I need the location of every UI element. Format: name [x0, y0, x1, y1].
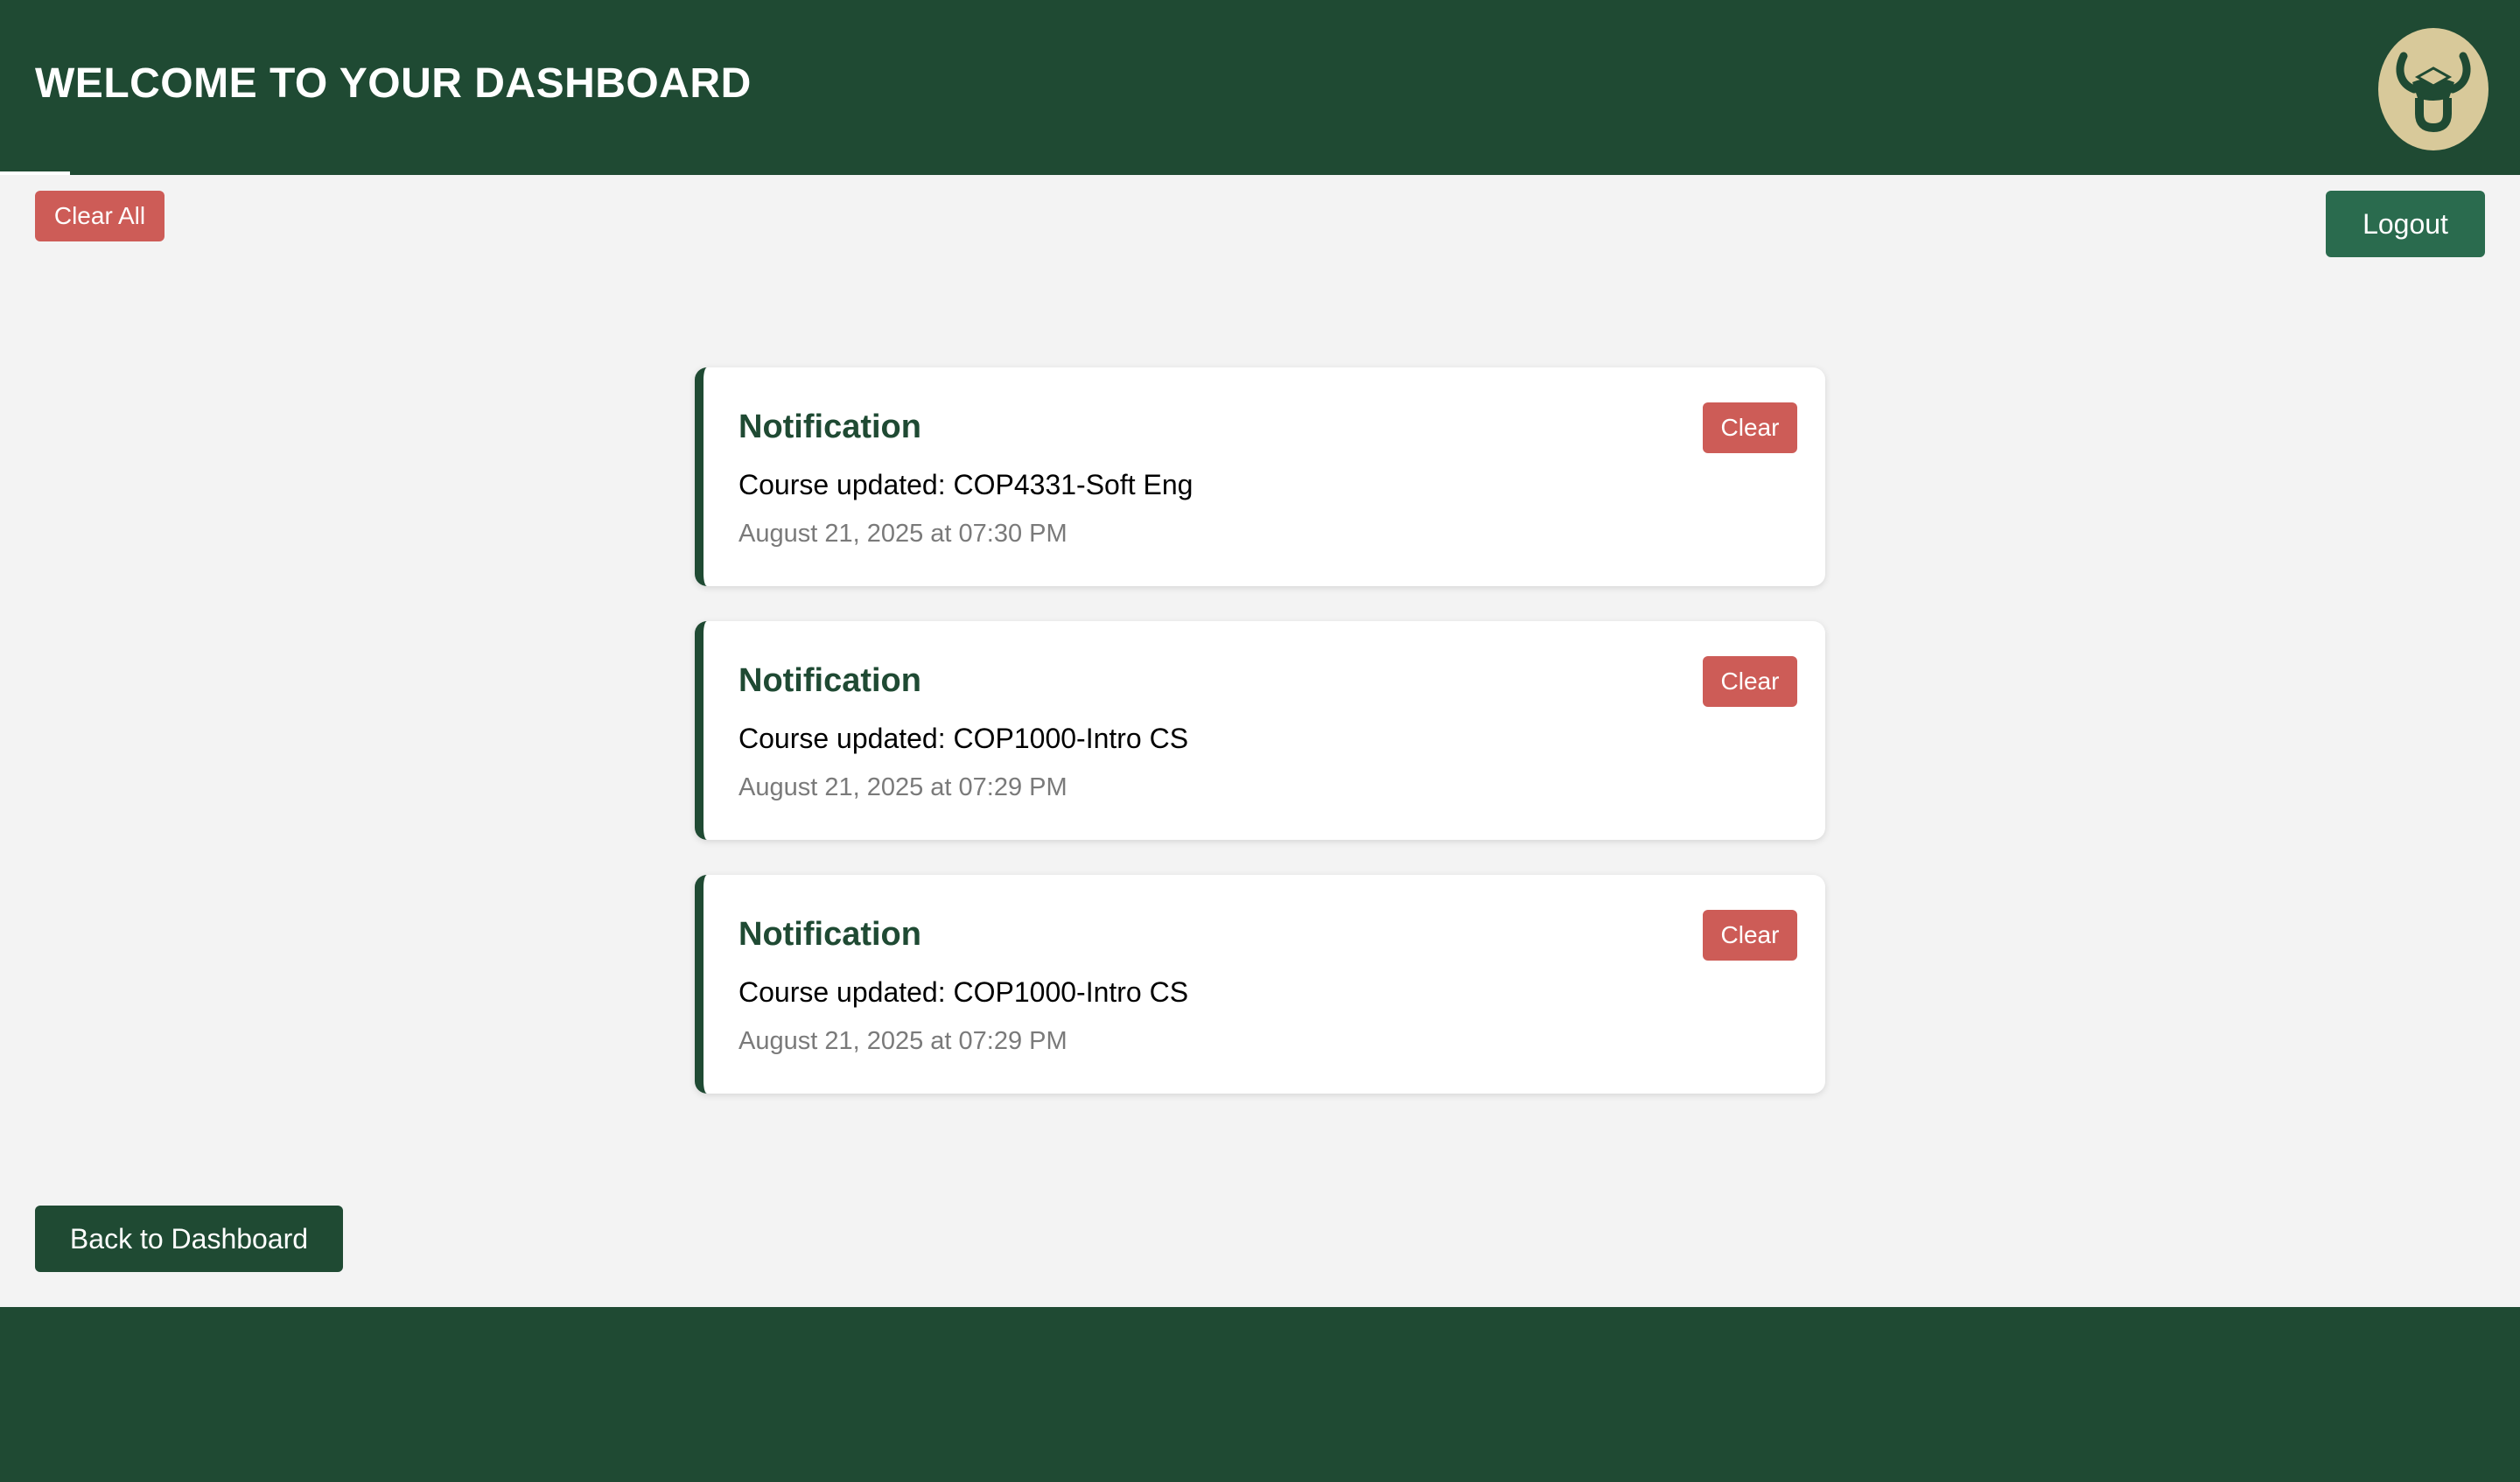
clear-notification-button[interactable]: Clear	[1703, 910, 1797, 961]
clear-all-button[interactable]: Clear All	[35, 191, 164, 241]
notification-timestamp: August 21, 2025 at 07:30 PM	[738, 520, 1068, 548]
back-to-dashboard-button[interactable]: Back to Dashboard	[35, 1206, 343, 1272]
notification-title: Notification	[738, 662, 921, 699]
page-title: WELCOME TO YOUR DASHBOARD	[35, 60, 752, 107]
notification-card: Notification Course updated: COP1000-Int…	[695, 621, 1825, 840]
notification-list: Notification Course updated: COP4331-Sof…	[695, 367, 1825, 1129]
header-active-indicator	[0, 171, 70, 175]
notification-message: Course updated: COP1000-Intro CS	[738, 976, 1189, 1008]
notification-message: Course updated: COP4331-Soft Eng	[738, 469, 1194, 500]
notification-title: Notification	[738, 409, 921, 445]
avatar[interactable]	[2378, 28, 2488, 150]
logout-button[interactable]: Logout	[2326, 191, 2485, 257]
notification-message: Course updated: COP1000-Intro CS	[738, 723, 1189, 754]
notification-title: Notification	[738, 916, 921, 953]
bull-logo-icon	[2396, 52, 2471, 133]
header-bar: WELCOME TO YOUR DASHBOARD	[0, 0, 2520, 175]
notification-timestamp: August 21, 2025 at 07:29 PM	[738, 1027, 1068, 1055]
clear-notification-button[interactable]: Clear	[1703, 402, 1797, 453]
footer-bar	[0, 1307, 2520, 1482]
notification-timestamp: August 21, 2025 at 07:29 PM	[738, 773, 1068, 801]
notification-card: Notification Course updated: COP1000-Int…	[695, 875, 1825, 1094]
notification-card: Notification Course updated: COP4331-Sof…	[695, 367, 1825, 586]
clear-notification-button[interactable]: Clear	[1703, 656, 1797, 707]
